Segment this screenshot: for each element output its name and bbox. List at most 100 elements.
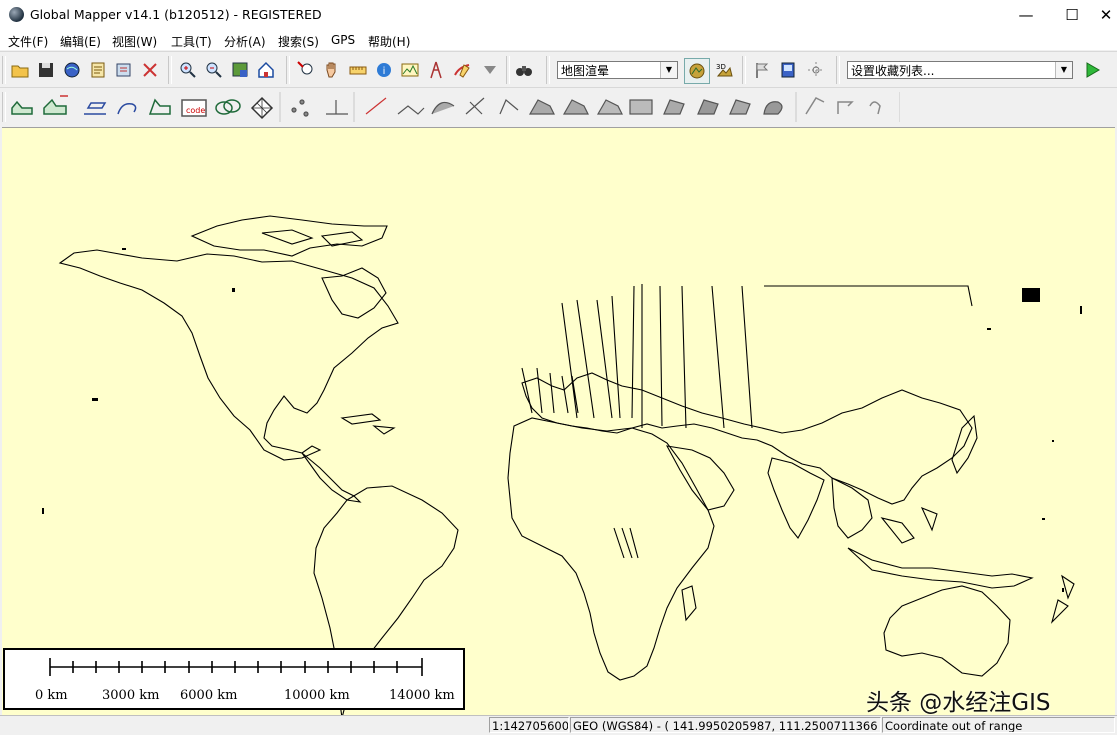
chevron-down-icon[interactable]: ▼ <box>1055 62 1072 78</box>
australia-coastline <box>883 585 1011 677</box>
3d-view-icon[interactable]: 3D <box>712 58 736 82</box>
scale-label: 3000 km <box>102 688 160 703</box>
smooth-line-icon <box>397 105 425 115</box>
flag-icon[interactable] <box>750 58 774 82</box>
app-globe-icon <box>9 7 24 22</box>
toolbar-grip <box>2 56 6 84</box>
scale-label: 14000 km <box>389 688 455 703</box>
close-button[interactable]: ✕ <box>1095 0 1117 30</box>
world-map[interactable] <box>2 128 1115 716</box>
print-icon[interactable] <box>86 58 110 82</box>
pan-tool-icon[interactable] <box>320 58 344 82</box>
config-icon[interactable] <box>138 58 162 82</box>
digitizer-toolbar: code <box>0 87 1117 126</box>
title-bar: Global Mapper v14.1 (b120512) - REGISTER… <box>0 0 1117 30</box>
central-america <box>301 452 362 503</box>
status-scale: 1:142705600 <box>489 717 569 733</box>
shader-select-value: 地图渲晕 <box>561 64 610 78</box>
grid-icon <box>250 96 274 120</box>
map-view[interactable] <box>2 127 1115 716</box>
window-title: Global Mapper v14.1 (b120512) - REGISTER… <box>30 7 322 22</box>
menu-file[interactable]: 文件(F) <box>8 33 48 50</box>
svg-text:code: code <box>186 106 205 115</box>
layer-shade-icon[interactable] <box>684 58 710 84</box>
status-bar: 1:142705600 GEO (WGS84) - ( 141.99502059… <box>0 715 1117 735</box>
gps-tracking-icon[interactable] <box>804 58 828 82</box>
menu-edit[interactable]: 编辑(E) <box>60 33 101 50</box>
redo-icon <box>837 101 854 114</box>
path-profile-icon[interactable] <box>398 58 422 82</box>
menu-analysis[interactable]: 分析(A) <box>224 33 266 50</box>
toolbar-separator <box>546 56 550 84</box>
raster-artifact-lines <box>521 284 973 559</box>
menu-view[interactable]: 视图(W) <box>112 33 157 50</box>
menu-tools[interactable]: 工具(T) <box>171 33 212 50</box>
insert-vertex-icon <box>43 95 68 115</box>
europe-coastline <box>521 372 973 505</box>
export-icon[interactable] <box>112 58 136 82</box>
toolbar-separator <box>742 56 746 84</box>
run-favorite-button[interactable] <box>1080 58 1104 82</box>
minimize-button[interactable]: — <box>1003 0 1049 30</box>
new-zealand-coastline <box>1050 574 1075 624</box>
measure-tool-icon[interactable] <box>346 58 370 82</box>
scale-label: 0 km <box>35 688 68 703</box>
binoculars-icon[interactable] <box>512 58 536 82</box>
draw-point-icon <box>326 100 348 115</box>
menu-gps[interactable]: GPS <box>331 33 355 47</box>
intersect-icon <box>562 99 589 115</box>
scale-bar: 0 km 3000 km 6000 km 10000 km 14000 km <box>3 648 465 710</box>
globe-icon[interactable] <box>60 58 84 82</box>
area-create-icon <box>663 99 685 115</box>
indonesia-islands <box>847 547 1034 589</box>
zoom-out-icon[interactable] <box>202 58 226 82</box>
split-icon <box>215 99 241 115</box>
union-icon <box>528 99 555 115</box>
shader-select[interactable]: 地图渲晕 ▼ <box>557 61 678 79</box>
maximize-button[interactable]: ☐ <box>1049 0 1095 30</box>
toolbar-separator <box>836 56 840 84</box>
reshape-icon <box>499 99 519 115</box>
scale-label: 6000 km <box>180 688 238 703</box>
favorites-select-value: 设置收藏列表... <box>851 64 935 78</box>
africa-coastline <box>507 417 715 681</box>
map-layout-icon[interactable] <box>776 58 800 82</box>
rotate-feature-icon <box>117 102 137 115</box>
toolbar-separator <box>168 56 172 84</box>
area-cut-icon <box>697 99 719 115</box>
southeast-asia-coastline <box>831 477 873 539</box>
info-tool-icon[interactable]: i <box>372 58 396 82</box>
save-icon[interactable] <box>34 58 58 82</box>
edit-line-icon <box>365 97 387 115</box>
chevron-down-icon[interactable]: ▼ <box>660 62 677 78</box>
main-toolbar: i 地图渲晕 ▼ 3D 设置收藏列表... ▼ <box>0 51 1117 88</box>
scale-label: 10000 km <box>284 688 350 703</box>
area-shape-icon <box>763 101 783 115</box>
zoom-in-icon[interactable] <box>176 58 200 82</box>
edit-vertices-icon <box>11 100 33 115</box>
combine-icon <box>465 97 485 115</box>
area-join-icon <box>729 99 751 115</box>
zoom-tool-icon[interactable] <box>294 58 318 82</box>
buffer-icon <box>629 99 653 115</box>
tower-icon[interactable] <box>424 58 448 82</box>
coordinate-code-icon: code <box>181 99 207 117</box>
digitizer-tool-icons: code <box>11 92 900 122</box>
home-icon[interactable] <box>254 58 278 82</box>
menu-help[interactable]: 帮助(H) <box>368 33 410 50</box>
status-message: Coordinate out of range <box>882 717 1115 733</box>
favorites-select[interactable]: 设置收藏列表... ▼ <box>847 61 1073 79</box>
full-view-icon[interactable] <box>228 58 252 82</box>
clip-icon <box>431 101 455 115</box>
toolbar-separator <box>506 56 510 84</box>
digitizer-icon[interactable] <box>450 58 474 82</box>
repeat-icon <box>869 101 881 115</box>
scale-bar-ruler <box>49 658 423 676</box>
move-feature-icon <box>84 102 107 115</box>
menu-search[interactable]: 搜索(S) <box>278 33 319 50</box>
feature-filter-icon[interactable] <box>478 58 502 82</box>
difference-icon <box>596 99 623 115</box>
watermark: 头条 @水经注GIS <box>866 690 1051 716</box>
open-icon[interactable] <box>8 58 32 82</box>
greenland <box>321 267 387 319</box>
